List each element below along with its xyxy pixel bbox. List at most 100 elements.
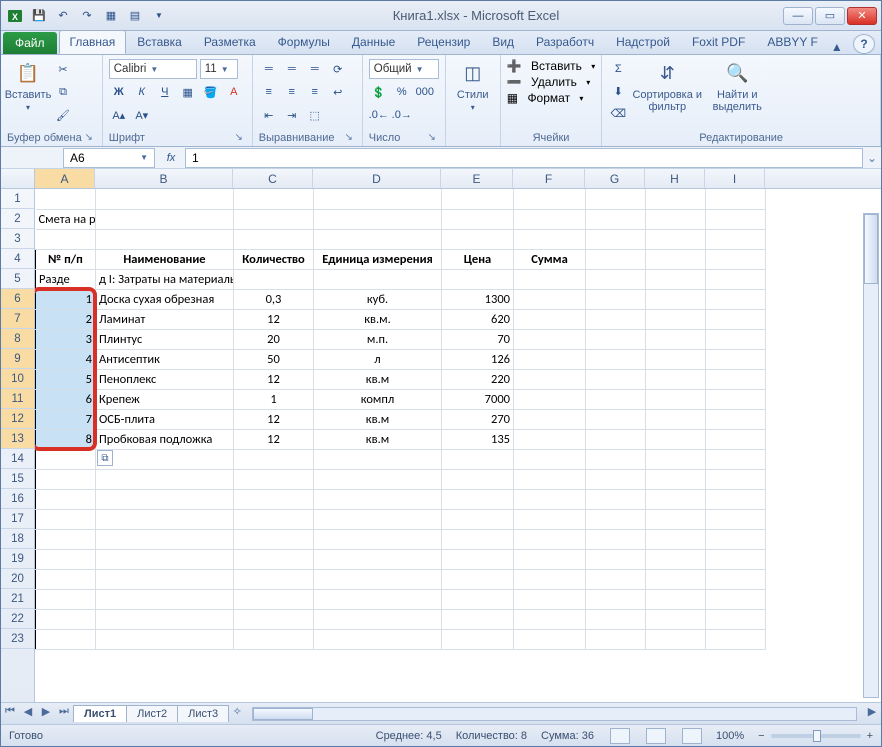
minimize-button[interactable]: — <box>783 7 813 25</box>
cell[interactable] <box>646 229 706 249</box>
cell[interactable] <box>646 249 706 269</box>
cell[interactable] <box>514 489 586 509</box>
cell[interactable] <box>96 189 234 209</box>
delete-cells-button[interactable]: ➖ Удалить ▾ <box>507 75 590 89</box>
cell[interactable] <box>234 509 314 529</box>
zoom-out-icon[interactable]: − <box>758 730 764 742</box>
cell[interactable] <box>514 229 586 249</box>
cell[interactable] <box>514 509 586 529</box>
cell[interactable] <box>96 489 234 509</box>
cell[interactable] <box>646 429 706 449</box>
row-header[interactable]: 8 <box>1 329 34 349</box>
formula-input[interactable]: 1 <box>185 148 863 168</box>
row-header[interactable]: 23 <box>1 629 34 649</box>
sheet-tab[interactable]: Лист1 <box>73 705 127 722</box>
cell[interactable]: 7000 <box>442 389 514 409</box>
cell[interactable] <box>36 569 96 589</box>
align-right-icon[interactable]: ≡ <box>305 82 325 102</box>
cell[interactable] <box>514 589 586 609</box>
cell[interactable]: 12 <box>234 429 314 449</box>
cell[interactable] <box>442 589 514 609</box>
dialog-launcher-icon[interactable]: ↘ <box>232 132 246 146</box>
cell[interactable]: Смета на работы <box>36 209 96 229</box>
sheet-nav-prev-icon[interactable]: ◀ <box>19 705 37 723</box>
cell[interactable] <box>514 449 586 469</box>
cell[interactable] <box>442 449 514 469</box>
cell[interactable] <box>96 469 234 489</box>
cell[interactable] <box>586 509 646 529</box>
cell[interactable] <box>646 269 706 289</box>
cell[interactable]: 20 <box>234 329 314 349</box>
row-header[interactable]: 15 <box>1 469 34 489</box>
increase-font-icon[interactable]: A▴ <box>109 105 129 125</box>
cell[interactable]: компл <box>314 389 442 409</box>
cell[interactable] <box>314 189 442 209</box>
cell[interactable]: 5 <box>36 369 96 389</box>
sheet-tab[interactable]: Лист2 <box>126 705 178 722</box>
cell[interactable] <box>314 489 442 509</box>
cell[interactable] <box>36 629 96 649</box>
cell[interactable] <box>36 609 96 629</box>
undo-icon[interactable]: ↶ <box>53 6 73 26</box>
italic-button[interactable]: К <box>132 82 152 102</box>
new-sheet-icon[interactable]: ✧ <box>228 705 246 723</box>
cell[interactable] <box>514 409 586 429</box>
cell[interactable] <box>646 289 706 309</box>
autofill-options-icon[interactable]: ⧉ <box>97 450 113 466</box>
sheet-tab[interactable]: Лист3 <box>177 705 229 722</box>
column-header[interactable]: E <box>441 169 513 188</box>
cell[interactable] <box>586 569 646 589</box>
row-header[interactable]: 16 <box>1 489 34 509</box>
cell[interactable] <box>706 409 766 429</box>
cell[interactable] <box>706 589 766 609</box>
cell[interactable] <box>314 529 442 549</box>
cell[interactable]: 7 <box>36 409 96 429</box>
increase-indent-icon[interactable]: ⇥ <box>282 105 302 125</box>
scrollbar-thumb[interactable] <box>253 708 313 720</box>
row-header[interactable]: 17 <box>1 509 34 529</box>
cell[interactable] <box>36 529 96 549</box>
cell[interactable] <box>586 549 646 569</box>
decrease-indent-icon[interactable]: ⇤ <box>259 105 279 125</box>
view-layout-icon[interactable] <box>646 728 666 744</box>
cell[interactable]: Пеноплекс <box>96 369 234 389</box>
cell[interactable]: 8 <box>36 429 96 449</box>
wrap-text-icon[interactable]: ↩ <box>328 82 348 102</box>
cell[interactable] <box>36 509 96 529</box>
ribbon-minimize-icon[interactable]: ▲ <box>829 40 845 54</box>
cell[interactable] <box>646 189 706 209</box>
cell[interactable] <box>36 449 96 469</box>
decrease-decimal-icon[interactable]: .0→ <box>392 105 412 125</box>
row-header[interactable]: 2 <box>1 209 34 229</box>
cell[interactable] <box>514 309 586 329</box>
cells-area[interactable]: Смета на работы№ п/пНаименованиеКоличест… <box>35 189 881 702</box>
cell[interactable]: 12 <box>234 309 314 329</box>
cell[interactable] <box>586 349 646 369</box>
column-header[interactable]: A <box>35 169 95 188</box>
name-box[interactable]: A6 ▼ <box>63 148 155 168</box>
zoom-slider[interactable]: − + <box>758 730 873 742</box>
cell[interactable] <box>442 269 514 289</box>
insert-cells-button[interactable]: ➕ Вставить ▾ <box>507 59 596 73</box>
cell[interactable]: Цена <box>442 249 514 269</box>
styles-button[interactable]: ◫ Стили ▾ <box>452 59 494 112</box>
cell[interactable]: 3 <box>36 329 96 349</box>
autosum-icon[interactable]: Σ <box>608 59 628 79</box>
cell[interactable]: 220 <box>442 369 514 389</box>
column-header[interactable]: D <box>313 169 441 188</box>
cell[interactable] <box>706 189 766 209</box>
cell[interactable] <box>442 509 514 529</box>
cell[interactable]: 12 <box>234 369 314 389</box>
border-button[interactable]: ▦ <box>178 82 198 102</box>
cell[interactable] <box>514 469 586 489</box>
cell[interactable] <box>96 629 234 649</box>
cell[interactable] <box>96 589 234 609</box>
cell[interactable] <box>646 389 706 409</box>
row-header[interactable]: 11 <box>1 389 34 409</box>
sheet-nav-next-icon[interactable]: ▶ <box>37 705 55 723</box>
cell[interactable] <box>234 589 314 609</box>
sheet-nav-first-icon[interactable]: ⏮ <box>1 705 19 723</box>
cell[interactable] <box>234 489 314 509</box>
cell[interactable] <box>646 449 706 469</box>
cell[interactable]: 2 <box>36 309 96 329</box>
